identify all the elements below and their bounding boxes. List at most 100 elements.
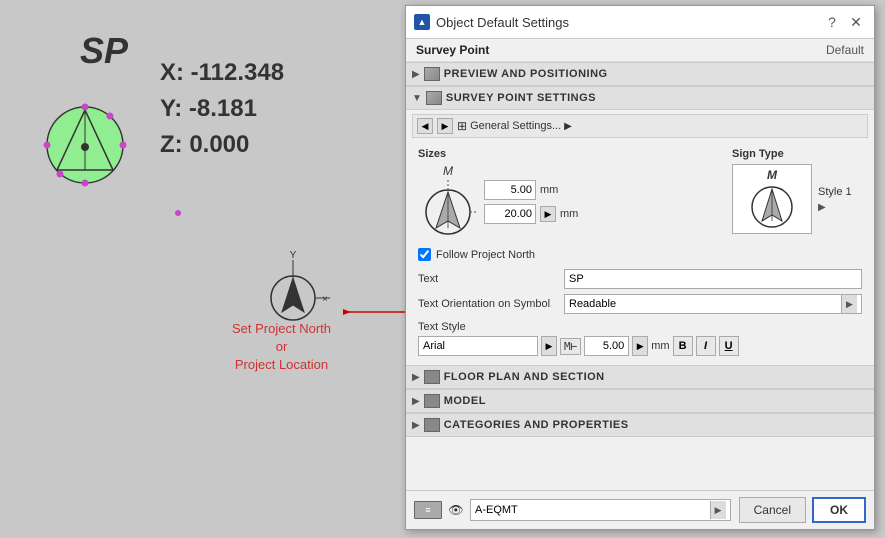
svg-text:×: × (322, 294, 328, 305)
dialog-title-text: Object Default Settings (436, 15, 569, 30)
section-preview-positioning[interactable]: ▶ PREVIEW AND POSITIONING (406, 62, 874, 86)
sizes-label: Sizes (418, 148, 722, 160)
section-arrow-survey: ▼ (412, 93, 422, 104)
sp-label: SP (80, 30, 128, 72)
close-button[interactable]: ✕ (846, 12, 866, 32)
section-model[interactable]: ▶ MODEL (406, 389, 874, 413)
section-arrow-model: ▶ (412, 396, 420, 407)
object-default-settings-dialog: ▲ Object Default Settings ? ✕ Survey Poi… (405, 5, 875, 530)
m-label-small: M (443, 164, 453, 178)
section-title-floor: FLOOR PLAN AND SECTION (444, 371, 605, 383)
bold-button[interactable]: B (673, 336, 693, 356)
default-label: Default (826, 43, 864, 57)
ok-button[interactable]: OK (812, 497, 866, 523)
font-size-unit: mm (651, 340, 669, 352)
sizes-signtype-row: Sizes M (412, 144, 868, 242)
dialog-title-buttons: ? ✕ (822, 12, 866, 32)
section-icon-categories (424, 418, 440, 432)
dialog-subheader: Survey Point Default (406, 39, 874, 62)
canvas-area: SP X: -112.348 Y: -8.181 Z: 0.000 (0, 0, 410, 538)
nav-label: ⊞ General Settings... ▶ (457, 119, 572, 133)
sign-type-label: Sign Type (732, 148, 862, 160)
section-title-survey: SURVEY POINT SETTINGS (446, 92, 596, 104)
arrow-connector (343, 307, 413, 317)
section-title-categories: CATEGORIES AND PROPERTIES (444, 419, 629, 431)
text-style-label: Text Style (418, 321, 862, 333)
style-next-arrow[interactable]: ▶ (818, 202, 852, 213)
layer-section: ≡ 👁 A-EQMT ▶ (414, 499, 731, 521)
section-arrow-floor: ▶ (412, 372, 420, 383)
font-input[interactable] (418, 336, 538, 356)
section-title-model: MODEL (444, 395, 486, 407)
section-icon-preview (424, 67, 440, 81)
x-coord: X: -112.348 (160, 55, 284, 91)
size-input-group: mm ▶ mm (484, 180, 578, 224)
size-unit-1: mm (540, 184, 558, 196)
layer-icon: ≡ (414, 501, 442, 519)
nav-row: ◀ ▶ ⊞ General Settings... ▶ (412, 114, 868, 138)
section-arrow-preview: ▶ (412, 69, 420, 80)
eye-toggle[interactable]: 👁 (446, 501, 466, 519)
dialog-titlebar: ▲ Object Default Settings ? ✕ (406, 6, 874, 39)
font-step-button[interactable]: ▶ (541, 336, 557, 356)
section-arrow-categories: ▶ (412, 420, 420, 431)
text-orientation-label: Text Orientation on Symbol (418, 298, 558, 310)
dialog-title: ▲ Object Default Settings (414, 14, 569, 30)
nav-label-text: General Settings... (470, 120, 561, 132)
text-fields: Text Text Orientation on Symbol Readable… (412, 267, 868, 361)
section-icon-model (424, 394, 440, 408)
svg-text:Y: Y (290, 250, 297, 261)
size-unit-2: mm (560, 208, 578, 220)
sign-type-section: Sign Type M Style 1 ▶ (732, 148, 862, 238)
text-orientation-dropdown[interactable]: Readable ▶ (564, 294, 862, 314)
font-size-step-button[interactable]: ▶ (632, 336, 648, 356)
layer-dropdown-arrow: ▶ (710, 501, 726, 519)
size-input-1[interactable] (484, 180, 536, 200)
section-survey-settings[interactable]: ▼ SURVEY POINT SETTINGS (406, 86, 874, 110)
survey-symbol-top (35, 90, 135, 193)
size-input-2[interactable] (484, 204, 536, 224)
text-orientation-row: Text Orientation on Symbol Readable ▶ (418, 294, 862, 314)
dialog-footer: ≡ 👁 A-EQMT ▶ Cancel OK (406, 490, 874, 529)
size-input-row-2: ▶ mm (484, 204, 578, 224)
text-style-row: ▶ M⊢ ▶ mm B I U (418, 336, 862, 356)
section-icon-floor (424, 370, 440, 384)
nav-icon: ⊞ (457, 119, 467, 133)
symbol-preview-small: M (418, 164, 478, 238)
layer-value: A-EQMT (475, 504, 518, 516)
sign-type-content: M Style 1 ▶ (732, 164, 862, 234)
follow-project-north-label: Follow Project North (436, 249, 535, 261)
section-floor-plan[interactable]: ▶ FLOOR PLAN AND SECTION (406, 365, 874, 389)
section-categories[interactable]: ▶ CATEGORIES AND PROPERTIES (406, 413, 874, 437)
text-field-input[interactable] (564, 269, 862, 289)
survey-point-label: Survey Point (416, 43, 489, 57)
nav-back-button[interactable]: ◀ (417, 118, 433, 134)
text-orientation-value: Readable (569, 298, 616, 310)
follow-project-north-row: Follow Project North (412, 242, 868, 267)
footer-buttons: Cancel OK (739, 497, 866, 523)
underline-button[interactable]: U (719, 336, 739, 356)
help-button[interactable]: ? (822, 12, 842, 32)
text-orientation-arrow: ▶ (841, 295, 857, 313)
font-monospace-label: M⊢ (560, 338, 581, 355)
settings-area: ◀ ▶ ⊞ General Settings... ▶ Sizes M (406, 110, 874, 365)
text-field-label: Text (418, 273, 558, 285)
y-coord: Y: -8.181 (160, 91, 284, 127)
svg-text:M: M (767, 169, 778, 182)
section-title-preview: PREVIEW AND POSITIONING (444, 68, 608, 80)
text-field-row: Text (418, 269, 862, 289)
size-step-button[interactable]: ▶ (540, 206, 556, 222)
font-size-input[interactable] (584, 336, 629, 356)
follow-project-north-checkbox[interactable] (418, 248, 431, 261)
dialog-icon: ▲ (414, 14, 430, 30)
sizes-content: M (418, 164, 722, 238)
text-style-section: Text Style ▶ M⊢ ▶ mm B I U (418, 319, 862, 359)
sign-style-controls: Style 1 ▶ (818, 186, 852, 213)
z-coord: Z: 0.000 (160, 127, 284, 163)
layer-dropdown[interactable]: A-EQMT ▶ (470, 499, 731, 521)
nav-forward-button[interactable]: ▶ (437, 118, 453, 134)
size-input-row-1: mm (484, 180, 578, 200)
italic-button[interactable]: I (696, 336, 716, 356)
dialog-content: ▶ PREVIEW AND POSITIONING ▼ SURVEY POINT… (406, 62, 874, 490)
cancel-button[interactable]: Cancel (739, 497, 806, 523)
